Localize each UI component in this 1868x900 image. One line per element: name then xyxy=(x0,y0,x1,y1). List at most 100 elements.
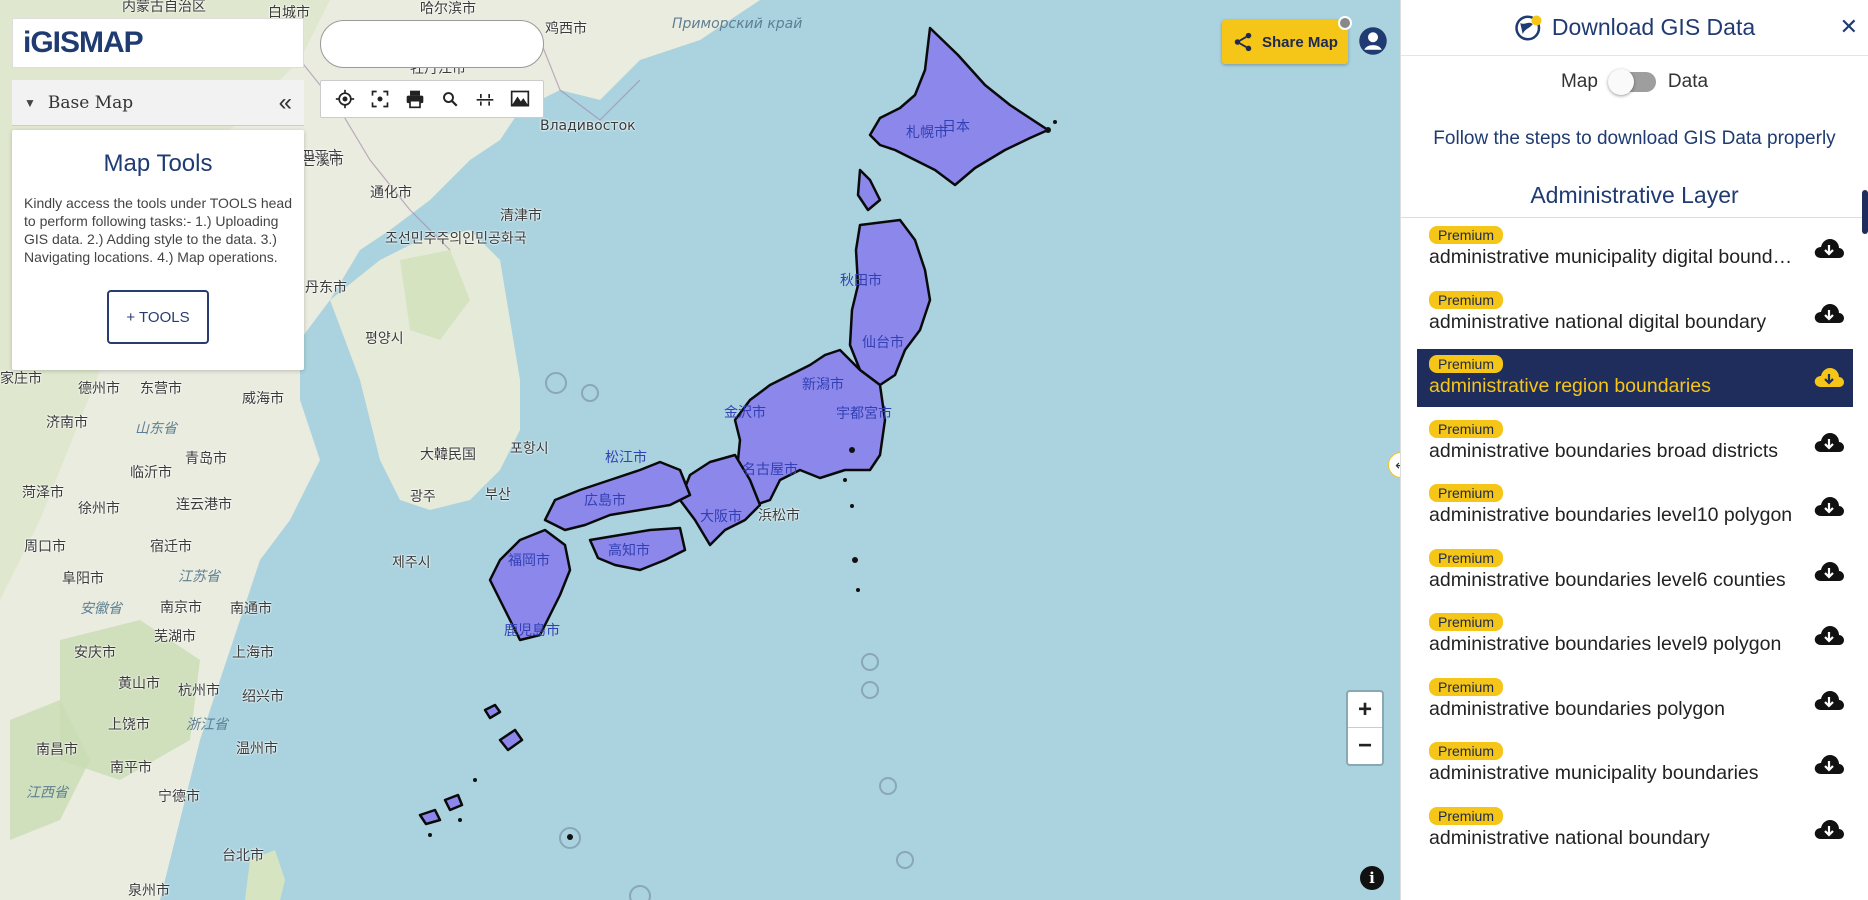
locate-icon[interactable] xyxy=(331,85,359,113)
panel-scrollbar[interactable] xyxy=(1862,190,1868,234)
premium-badge: Premium xyxy=(1429,226,1504,244)
layer-name: administrative national digital boundary xyxy=(1429,310,1767,333)
map-place-label: 鹿児島市 xyxy=(504,623,560,639)
gismap-logo[interactable]: iGISMAP xyxy=(12,18,304,68)
premium-badge: Premium xyxy=(1429,419,1504,438)
layer-item[interactable]: Premium administrative national boundary xyxy=(1417,801,1853,859)
map-data-toggle[interactable] xyxy=(1607,69,1656,95)
map-place-label: 东营市 xyxy=(140,381,182,397)
map-place-label: 宁德市 xyxy=(158,789,200,805)
zoom-search-icon[interactable] xyxy=(436,85,464,113)
premium-badge: Premium xyxy=(1429,484,1504,502)
zoom-out-button[interactable]: − xyxy=(1348,728,1382,764)
map-tools-title: Map Tools xyxy=(103,150,213,177)
cloud-download-icon[interactable] xyxy=(1813,494,1845,520)
toggle-label-data: Data xyxy=(1667,71,1709,92)
layer-item[interactable]: Premium administrative boundaries level6 … xyxy=(1417,543,1853,601)
zoom-in-button[interactable]: + xyxy=(1348,692,1382,728)
map-place-label: 포항시 xyxy=(510,441,549,457)
print-icon[interactable] xyxy=(401,85,429,113)
map-place-label: 평양시 xyxy=(365,331,404,347)
map-place-label: 上海市 xyxy=(232,645,274,661)
zoom-control: + − xyxy=(1346,690,1384,766)
map-place-label: 芜湖市 xyxy=(154,629,196,645)
caret-down-icon: ▼ xyxy=(24,95,36,110)
map-place-label: 제주시 xyxy=(392,555,431,571)
map-place-label: 高知市 xyxy=(608,543,650,559)
layer-name: administrative national boundary xyxy=(1429,826,1710,849)
collapse-panel-icon[interactable]: « xyxy=(279,89,292,117)
cloud-download-icon[interactable] xyxy=(1813,623,1845,649)
premium-badge: Premium xyxy=(1429,677,1504,696)
layer-item[interactable]: Premium administrative boundaries level9 … xyxy=(1417,607,1853,665)
map-place-label: 宇都宮市 xyxy=(836,406,892,422)
share-map-label: Share Map xyxy=(1262,33,1338,51)
layer-item[interactable]: Premium administrative municipality digit… xyxy=(1417,220,1853,278)
tools-button[interactable]: + TOOLS xyxy=(107,290,209,344)
layer-item[interactable]: Premium administrative region boundaries xyxy=(1417,349,1853,407)
map-place-label: 広島市 xyxy=(584,493,626,509)
map-place-label: 광주 xyxy=(410,489,436,505)
layer-name: administrative boundaries broad district… xyxy=(1429,439,1779,462)
map-place-label: 黄山市 xyxy=(118,676,160,692)
map-place-label: 菏泽市 xyxy=(22,485,64,501)
cloud-download-icon[interactable] xyxy=(1813,365,1845,391)
toggle-label-map: Map xyxy=(1560,71,1598,92)
map-place-label: 泉州市 xyxy=(128,883,170,899)
map-place-label: 青岛市 xyxy=(185,451,227,467)
map-place-label: 清津市 xyxy=(500,208,542,224)
basemap-label: Base Map xyxy=(47,92,134,113)
cloud-download-icon[interactable] xyxy=(1813,301,1845,327)
info-icon[interactable]: i xyxy=(1360,866,1384,890)
map-tools-card: Map Tools Kindly access the tools under … xyxy=(12,130,304,370)
map-place-label: 杭州市 xyxy=(178,683,220,699)
map-place-label: 본溪市 xyxy=(303,153,344,169)
layer-item[interactable]: Premium administrative national digital b… xyxy=(1417,285,1853,343)
cloud-download-icon[interactable] xyxy=(1813,752,1845,778)
cloud-download-icon[interactable] xyxy=(1813,559,1845,585)
map-place-label: 温州市 xyxy=(236,741,278,757)
layer-item[interactable]: Premium administrative municipality bound… xyxy=(1417,736,1853,794)
map-place-label: 绍兴市 xyxy=(242,689,284,705)
globe-download-icon xyxy=(1515,15,1542,40)
layer-name: administrative municipality digital boun… xyxy=(1429,246,1793,268)
map-place-label: 金沢市 xyxy=(724,405,766,421)
layer-list: Premium administrative municipality digit… xyxy=(1417,220,1853,865)
map-canvas[interactable]: 内蒙古自治区白城市哈尔滨市鸡西市Приморский край长春市吉林市牡丹江… xyxy=(0,0,1400,900)
map-place-label: Приморский край xyxy=(672,16,803,32)
premium-badge: Premium xyxy=(1429,806,1504,825)
cloud-download-icon[interactable] xyxy=(1813,688,1845,714)
map-place-label: 南平市 xyxy=(110,760,152,776)
map-place-label: 福岡市 xyxy=(508,553,550,569)
map-place-label: 부산 xyxy=(485,487,511,503)
cloud-download-icon[interactable] xyxy=(1813,817,1845,843)
close-icon[interactable]: ✕ xyxy=(1840,14,1858,40)
layer-item[interactable]: Premium administrative boundaries polygon xyxy=(1417,672,1853,730)
layer-name: administrative boundaries level9 polygon xyxy=(1429,633,1782,655)
basemap-selector[interactable]: ▼ Base Map « xyxy=(12,80,304,126)
map-place-label: 仙台市 xyxy=(862,335,904,351)
cloud-download-icon[interactable] xyxy=(1813,430,1845,456)
download-panel: Download GIS Data ✕ Map Data Follow the … xyxy=(1400,0,1868,900)
premium-badge: Premium xyxy=(1429,742,1504,760)
map-place-label: 南京市 xyxy=(160,600,202,616)
layer-name: administrative municipality boundaries xyxy=(1429,762,1759,784)
premium-badge: Premium xyxy=(1429,613,1504,631)
toggle-knob[interactable] xyxy=(1607,69,1634,95)
measure-icon[interactable] xyxy=(471,85,499,113)
layer-name: administrative boundaries level6 countie… xyxy=(1429,568,1786,591)
share-map-button[interactable]: Share Map xyxy=(1222,20,1348,64)
map-place-label: 江西省 xyxy=(26,785,68,801)
map-place-label: 秋田市 xyxy=(840,273,882,289)
terrain-icon[interactable] xyxy=(506,85,534,113)
search-box[interactable] xyxy=(320,20,544,68)
premium-badge: Premium xyxy=(1429,355,1504,373)
layer-item[interactable]: Premium administrative boundaries broad d… xyxy=(1417,414,1853,472)
layer-item[interactable]: Premium administrative boundaries level10… xyxy=(1417,478,1853,536)
map-place-label: 德州市 xyxy=(78,381,120,397)
map-toolbar xyxy=(320,80,544,118)
fit-screen-icon[interactable] xyxy=(366,85,394,113)
cloud-download-icon[interactable] xyxy=(1813,236,1845,262)
search-input[interactable] xyxy=(339,35,538,53)
user-account-icon[interactable] xyxy=(1358,26,1388,56)
